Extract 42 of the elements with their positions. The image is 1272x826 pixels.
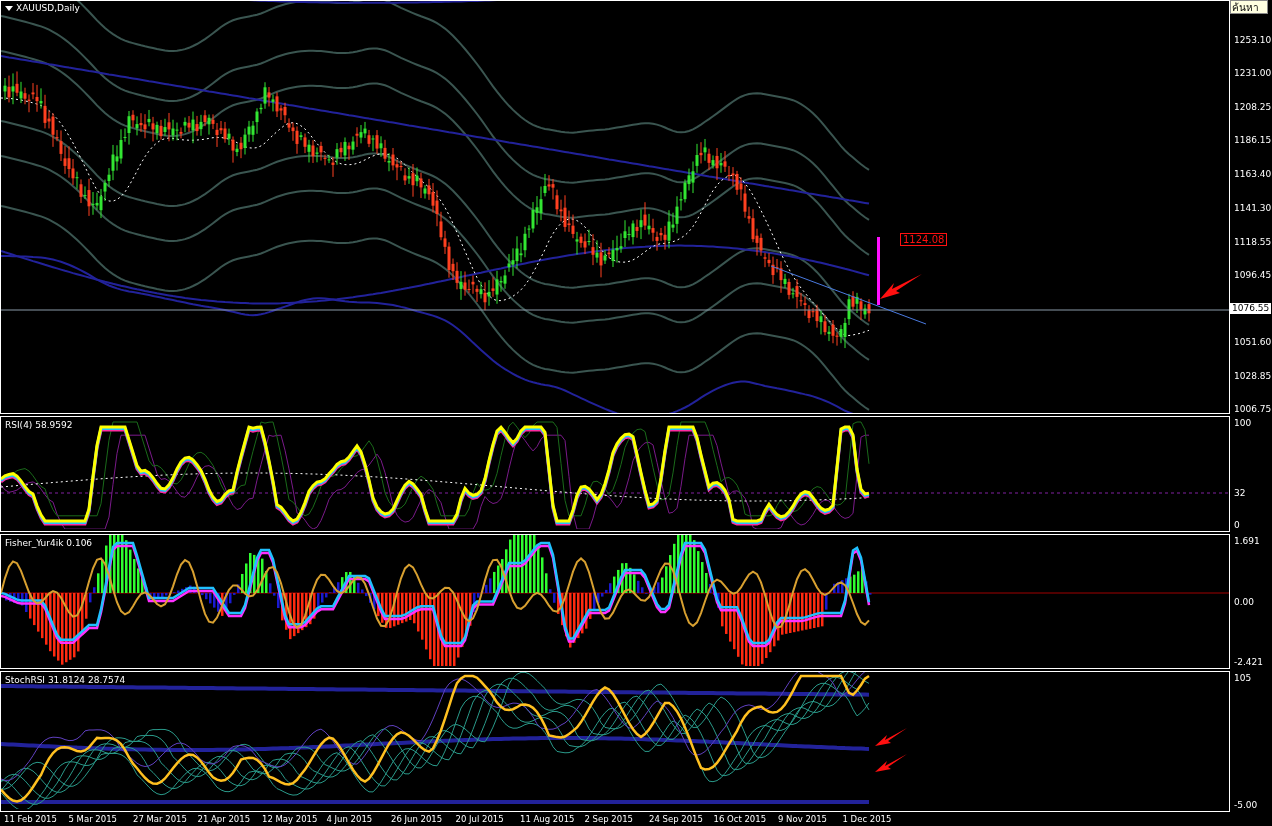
price-axis-label: 1231.00 <box>1234 68 1272 80</box>
date-axis-label: 24 Sep 2015 <box>649 814 704 826</box>
date-axis-label: 1 Dec 2015 <box>842 814 893 826</box>
price-axis-label: 1051.60 <box>1234 336 1272 348</box>
indicator-label: RSI(4) 58.9592 <box>5 420 73 430</box>
indicator-label: StochRSI 31.8124 28.7574 <box>5 675 126 685</box>
price-axis-label: 1163.40 <box>1234 169 1272 181</box>
date-axis-label: 27 Mar 2015 <box>133 814 188 826</box>
price-axis-label: 1096.45 <box>1234 269 1272 281</box>
date-axis-label: 12 May 2015 <box>262 814 319 826</box>
date-axis-label: 11 Feb 2015 <box>4 814 58 826</box>
price-axis-label: 1253.10 <box>1234 35 1272 47</box>
chart-title: XAUUSD,Daily <box>5 3 80 13</box>
price-axis-label: 1141.30 <box>1234 202 1272 214</box>
search-field[interactable]: ค้นหา <box>1230 0 1268 14</box>
indicator-label: Fisher_Yur4ik 0.106 <box>5 538 93 548</box>
indicator-axis-label: 0 <box>1234 520 1240 531</box>
indicator-axis-label: -5.00 <box>1234 800 1258 811</box>
date-axis-label: 11 Aug 2015 <box>520 814 576 826</box>
current-price-label: 1076.55 <box>1230 303 1272 314</box>
price-axis-label: 1006.75 <box>1234 404 1272 415</box>
date-axis-label: 2 Sep 2015 <box>584 814 634 826</box>
date-axis-label: 9 Nov 2015 <box>778 814 829 826</box>
price-marker-line <box>876 237 882 305</box>
indicator-axis-label: 105 <box>1234 673 1252 684</box>
date-axis-label: 26 Jun 2015 <box>391 814 444 826</box>
price-axis-label: 1186.15 <box>1234 135 1272 147</box>
date-axis-label: 5 Mar 2015 <box>68 814 118 826</box>
price-label: 1124.08 <box>900 233 948 246</box>
indicator-axis-label: 0.00 <box>1234 596 1255 608</box>
price-axis-label: 1118.55 <box>1234 236 1272 248</box>
price-axis-label: 1028.85 <box>1234 370 1272 382</box>
date-axis-label: 4 Jun 2015 <box>326 814 374 826</box>
date-axis-label: 16 Oct 2015 <box>713 814 768 826</box>
date-axis-label: 21 Apr 2015 <box>197 814 252 826</box>
indicator-axis-label: 100 <box>1234 418 1252 429</box>
price-axis-label: 1208.25 <box>1234 102 1272 114</box>
indicator-axis-label: 32 <box>1234 488 1246 499</box>
indicator-axis-label: -2.421 <box>1234 657 1263 668</box>
date-axis-label: 20 Jul 2015 <box>455 814 505 826</box>
trend-line[interactable] <box>770 265 927 325</box>
indicator-axis-label: 1.691 <box>1234 536 1260 547</box>
